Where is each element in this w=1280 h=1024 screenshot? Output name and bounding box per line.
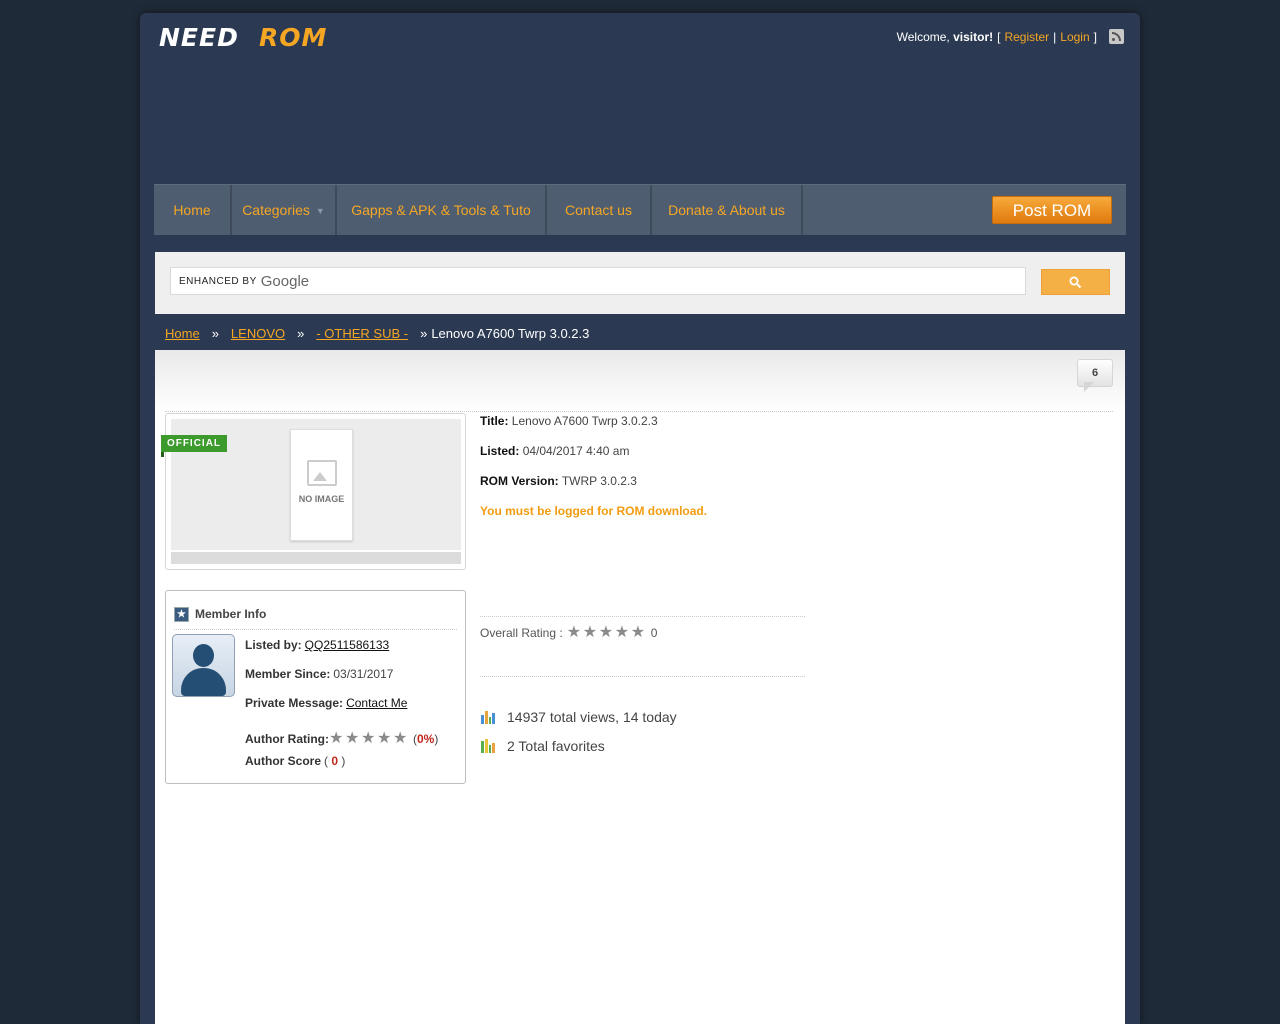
rom-title: Lenovo A7600 Twrp 3.0.2.3 — [511, 414, 658, 428]
member-info-title: ★ Member Info — [174, 599, 457, 630]
nav-item-donate[interactable]: Donate & About us — [652, 185, 803, 235]
listed-date: 04/04/2017 4:40 am — [522, 444, 630, 458]
search-panel: ENHANCED BY Google — [155, 252, 1125, 314]
star-icon[interactable]: ★ — [615, 625, 631, 641]
bracket-open: [ — [997, 29, 1001, 44]
score-open: ( — [324, 754, 329, 768]
welcome-user: visitor! — [953, 29, 994, 44]
member-since-date: 03/31/2017 — [333, 667, 394, 681]
page-wrapper: NEED ROM Welcome, visitor! [ Register | … — [140, 13, 1140, 1024]
no-image-text: NO IMAGE — [298, 494, 345, 504]
needrom-logo[interactable]: NEED ROM — [159, 23, 354, 53]
nav-item-categories[interactable]: Categories ▼ — [232, 185, 337, 235]
post-rom-button[interactable]: Post ROM — [992, 196, 1112, 224]
star-icon[interactable]: ★ — [631, 625, 647, 641]
breadcrumb: Home» LENOVO» - OTHER SUB -» Lenovo A7600 T… — [165, 326, 589, 341]
enhanced-by-label: ENHANCED BY — [179, 275, 257, 287]
views-count: 14937 total views, 14 today — [507, 708, 677, 725]
views-chart-icon — [481, 710, 495, 724]
search-input[interactable]: ENHANCED BY Google — [170, 267, 1026, 295]
star-icon[interactable]: ★ — [567, 625, 583, 641]
version-label: ROM Version: — [480, 474, 559, 488]
author-score-label: Author Score — [245, 754, 322, 768]
favorites-count: 2 Total favorites — [507, 737, 605, 754]
breadcrumb-home[interactable]: Home — [165, 326, 200, 341]
svg-text:NEED: NEED — [159, 23, 239, 52]
star-icon: ★ — [328, 730, 344, 747]
member-details: Listed by: QQ2511586133 Member Since: 03/3… — [245, 638, 438, 783]
rom-details: Title: Lenovo A7600 Twrp 3.0.2.3 Listed:… — [480, 413, 707, 533]
login-notice: You must be logged for ROM download. — [480, 504, 708, 518]
welcome-prefix: Welcome, — [896, 29, 950, 44]
author-rating-label: Author Rating: — [245, 731, 329, 746]
comment-count-badge[interactable]: 6 — [1077, 359, 1113, 392]
score-close: ) — [341, 754, 346, 768]
avatar[interactable] — [172, 634, 235, 697]
stats: 14937 total views, 14 today 2 Total favo… — [481, 702, 677, 760]
separator: | — [1053, 29, 1057, 44]
overall-rating: Overall Rating : ★ ★ ★ ★ ★ 0 — [480, 616, 805, 677]
star-icon[interactable]: ★ — [599, 625, 615, 641]
overall-rating-label: Overall Rating : — [480, 625, 563, 640]
nav-item-label: Home — [173, 202, 211, 218]
no-image-placeholder: NO IMAGE — [290, 429, 353, 541]
nav-item-home[interactable]: Home — [154, 185, 232, 235]
content-area: 6 NO IMAGE OFFICIAL Title: Lenovo A7600 … — [155, 350, 1125, 1024]
breadcrumb-separator: » — [420, 326, 428, 341]
breadcrumb-separator: » — [211, 326, 219, 341]
member-info-box: ★ Member Info Listed by: QQ2511586133 Mem… — [165, 590, 466, 784]
breadcrumb-current: Lenovo A7600 Twrp 3.0.2.3 — [431, 326, 590, 341]
breadcrumb-subcategory[interactable]: - OTHER SUB - — [316, 326, 408, 341]
nav-item-label: Gapps & APK & Tools & Tuto — [351, 202, 531, 218]
rom-version: TWRP 3.0.2.3 — [561, 474, 637, 488]
nav-item-label: Donate & About us — [668, 202, 785, 218]
official-badge: OFFICIAL — [161, 435, 227, 457]
private-message-label: Private Message: — [245, 696, 344, 710]
author-rating-stars: ★ ★ ★ ★ ★ — [328, 730, 409, 747]
favorites-chart-icon — [481, 738, 495, 753]
star-icon: ★ — [392, 730, 408, 747]
nav-item-contact[interactable]: Contact us — [547, 185, 652, 235]
google-logo: Google — [260, 272, 310, 290]
star-icon: ★ — [344, 730, 360, 747]
contact-me-link[interactable]: Contact Me — [346, 696, 407, 710]
title-label: Title: — [480, 414, 509, 428]
main-nav: Home Categories ▼ Gapps & APK & Tools & T… — [154, 184, 1126, 235]
register-link[interactable]: Register — [1004, 30, 1049, 44]
rating-close: ) — [434, 731, 439, 746]
member-since-label: Member Since: — [245, 667, 331, 681]
nav-item-gapps[interactable]: Gapps & APK & Tools & Tuto — [337, 185, 547, 235]
rss-icon[interactable] — [1109, 29, 1124, 44]
star-icon: ★ — [174, 606, 189, 622]
nav-item-label: Contact us — [565, 202, 632, 218]
member-username-link[interactable]: QQ2511586133 — [305, 638, 390, 652]
breadcrumb-separator: » — [297, 326, 305, 341]
bracket-close: ] — [1093, 29, 1097, 44]
welcome-bar: Welcome, visitor! [ Register | Login ] — [897, 29, 1124, 44]
login-link[interactable]: Login — [1060, 30, 1089, 44]
search-button[interactable] — [1041, 269, 1110, 295]
chevron-down-icon: ▼ — [315, 206, 325, 217]
image-icon — [306, 460, 337, 486]
listed-label: Listed: — [480, 444, 520, 458]
star-icon: ★ — [360, 730, 376, 747]
content-header: 6 — [155, 350, 1125, 412]
star-icon: ★ — [376, 730, 392, 747]
nav-item-label: Categories — [242, 202, 310, 218]
search-icon — [1069, 276, 1082, 288]
author-rating-percent: 0% — [416, 731, 435, 746]
overall-rating-value: 0 — [650, 625, 658, 640]
image-caption-bar — [171, 552, 461, 564]
breadcrumb-brand[interactable]: LENOVO — [231, 326, 285, 341]
star-icon[interactable]: ★ — [583, 625, 599, 641]
overall-rating-stars[interactable]: ★ ★ ★ ★ ★ — [567, 625, 647, 641]
svg-text:ROM: ROM — [259, 23, 327, 52]
listed-by-label: Listed by: — [245, 638, 302, 652]
member-info-heading: Member Info — [195, 607, 267, 621]
author-score-value: 0 — [331, 754, 339, 768]
